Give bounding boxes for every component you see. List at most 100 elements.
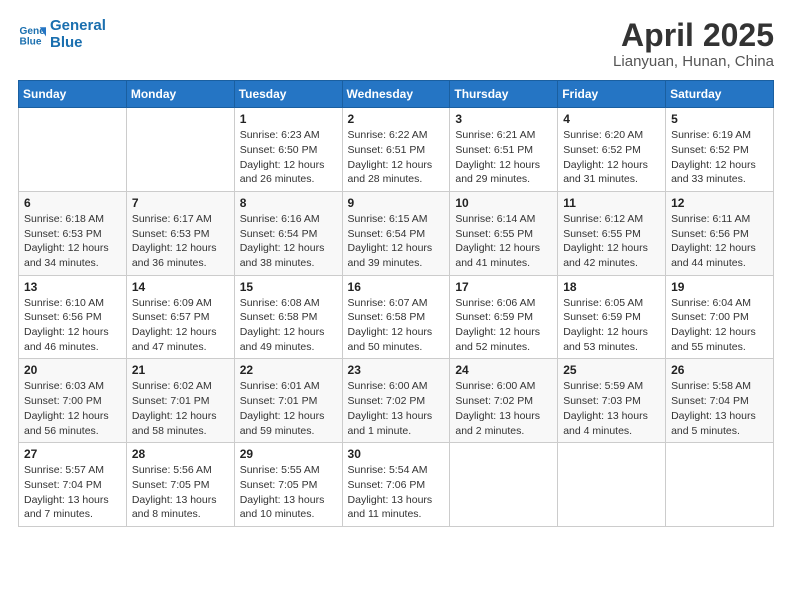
day-number: 8 (240, 196, 337, 210)
day-number: 7 (132, 196, 229, 210)
calendar-week-3: 13 Sunrise: 6:10 AM Sunset: 6:56 PM Dayli… (19, 275, 774, 359)
day-info: Sunrise: 6:14 AM Sunset: 6:55 PM Dayligh… (455, 212, 552, 271)
day-info: Sunrise: 6:10 AM Sunset: 6:56 PM Dayligh… (24, 296, 121, 355)
day-number: 30 (348, 447, 445, 461)
svg-text:Blue: Blue (20, 36, 42, 47)
calendar-week-2: 6Sunrise: 6:18 AM Sunset: 6:53 PM Daylig… (19, 191, 774, 275)
calendar-cell: 5 Sunrise: 6:19 AM Sunset: 6:52 PM Daylig… (666, 108, 774, 192)
calendar-body: 1Sunrise: 6:23 AM Sunset: 6:50 PM Daylig… (19, 108, 774, 527)
day-info: Sunrise: 6:07 AM Sunset: 6:58 PM Dayligh… (348, 296, 445, 355)
calendar-cell: 27 Sunrise: 5:57 AM Sunset: 7:04 PM Dayli… (19, 443, 127, 527)
calendar-week-5: 27 Sunrise: 5:57 AM Sunset: 7:04 PM Dayli… (19, 443, 774, 527)
day-number: 29 (240, 447, 337, 461)
logo-text: General Blue (50, 18, 106, 51)
day-number: 17 (455, 280, 552, 294)
header-day-friday: Friday (558, 81, 666, 108)
day-number: 27 (24, 447, 121, 461)
calendar-cell: 21Sunrise: 6:02 AM Sunset: 7:01 PM Dayli… (126, 359, 234, 443)
calendar-cell: 4 Sunrise: 6:20 AM Sunset: 6:52 PM Daylig… (558, 108, 666, 192)
day-number: 13 (24, 280, 121, 294)
day-info: Sunrise: 6:04 AM Sunset: 7:00 PM Dayligh… (671, 296, 768, 355)
calendar-cell (19, 108, 127, 192)
day-number: 3 (455, 112, 552, 126)
day-info: Sunrise: 6:00 AM Sunset: 7:02 PM Dayligh… (455, 379, 552, 438)
calendar-table: SundayMondayTuesdayWednesdayThursdayFrid… (18, 80, 774, 527)
day-info: Sunrise: 6:12 AM Sunset: 6:55 PM Dayligh… (563, 212, 660, 271)
calendar-cell: 20 Sunrise: 6:03 AM Sunset: 7:00 PM Dayli… (19, 359, 127, 443)
day-info: Sunrise: 6:20 AM Sunset: 6:52 PM Dayligh… (563, 128, 660, 187)
calendar-cell: 16Sunrise: 6:07 AM Sunset: 6:58 PM Dayli… (342, 275, 450, 359)
day-info: Sunrise: 5:57 AM Sunset: 7:04 PM Dayligh… (24, 463, 121, 522)
header-day-wednesday: Wednesday (342, 81, 450, 108)
day-number: 24 (455, 363, 552, 377)
calendar-cell: 14 Sunrise: 6:09 AM Sunset: 6:57 PM Dayli… (126, 275, 234, 359)
day-info: Sunrise: 6:22 AM Sunset: 6:51 PM Dayligh… (348, 128, 445, 187)
day-number: 25 (563, 363, 660, 377)
day-number: 19 (671, 280, 768, 294)
calendar-subtitle: Lianyuan, Hunan, China (613, 53, 774, 70)
logo-icon: General Blue (18, 21, 46, 49)
day-info: Sunrise: 6:21 AM Sunset: 6:51 PM Dayligh… (455, 128, 552, 187)
day-info: Sunrise: 5:55 AM Sunset: 7:05 PM Dayligh… (240, 463, 337, 522)
header-day-sunday: Sunday (19, 81, 127, 108)
calendar-cell: 1Sunrise: 6:23 AM Sunset: 6:50 PM Daylig… (234, 108, 342, 192)
calendar-cell (126, 108, 234, 192)
calendar-cell: 6Sunrise: 6:18 AM Sunset: 6:53 PM Daylig… (19, 191, 127, 275)
calendar-week-4: 20 Sunrise: 6:03 AM Sunset: 7:00 PM Dayli… (19, 359, 774, 443)
header-day-monday: Monday (126, 81, 234, 108)
day-number: 9 (348, 196, 445, 210)
calendar-cell (666, 443, 774, 527)
day-number: 22 (240, 363, 337, 377)
day-number: 10 (455, 196, 552, 210)
day-number: 5 (671, 112, 768, 126)
logo-line1: General (50, 17, 106, 34)
calendar-cell: 12 Sunrise: 6:11 AM Sunset: 6:56 PM Dayli… (666, 191, 774, 275)
day-number: 14 (132, 280, 229, 294)
header: General Blue General Blue April 2025 Lia… (18, 18, 774, 70)
day-number: 26 (671, 363, 768, 377)
day-number: 6 (24, 196, 121, 210)
header-day-thursday: Thursday (450, 81, 558, 108)
day-info: Sunrise: 6:06 AM Sunset: 6:59 PM Dayligh… (455, 296, 552, 355)
calendar-cell: 13 Sunrise: 6:10 AM Sunset: 6:56 PM Dayli… (19, 275, 127, 359)
header-day-tuesday: Tuesday (234, 81, 342, 108)
day-info: Sunrise: 6:11 AM Sunset: 6:56 PM Dayligh… (671, 212, 768, 271)
calendar-cell: 19 Sunrise: 6:04 AM Sunset: 7:00 PM Dayli… (666, 275, 774, 359)
calendar-cell: 30Sunrise: 5:54 AM Sunset: 7:06 PM Dayli… (342, 443, 450, 527)
calendar-cell: 3 Sunrise: 6:21 AM Sunset: 6:51 PM Daylig… (450, 108, 558, 192)
day-info: Sunrise: 5:59 AM Sunset: 7:03 PM Dayligh… (563, 379, 660, 438)
day-number: 28 (132, 447, 229, 461)
calendar-week-1: 1Sunrise: 6:23 AM Sunset: 6:50 PM Daylig… (19, 108, 774, 192)
calendar-cell: 9 Sunrise: 6:15 AM Sunset: 6:54 PM Daylig… (342, 191, 450, 275)
calendar-cell: 18Sunrise: 6:05 AM Sunset: 6:59 PM Dayli… (558, 275, 666, 359)
day-info: Sunrise: 5:56 AM Sunset: 7:05 PM Dayligh… (132, 463, 229, 522)
calendar-cell: 26 Sunrise: 5:58 AM Sunset: 7:04 PM Dayli… (666, 359, 774, 443)
day-info: Sunrise: 6:01 AM Sunset: 7:01 PM Dayligh… (240, 379, 337, 438)
day-number: 4 (563, 112, 660, 126)
calendar-cell: 7 Sunrise: 6:17 AM Sunset: 6:53 PM Daylig… (126, 191, 234, 275)
day-info: Sunrise: 6:03 AM Sunset: 7:00 PM Dayligh… (24, 379, 121, 438)
title-block: April 2025 Lianyuan, Hunan, China (613, 18, 774, 70)
day-info: Sunrise: 6:05 AM Sunset: 6:59 PM Dayligh… (563, 296, 660, 355)
day-info: Sunrise: 6:17 AM Sunset: 6:53 PM Dayligh… (132, 212, 229, 271)
day-info: Sunrise: 6:16 AM Sunset: 6:54 PM Dayligh… (240, 212, 337, 271)
logo-line2: Blue (50, 34, 83, 51)
day-info: Sunrise: 5:58 AM Sunset: 7:04 PM Dayligh… (671, 379, 768, 438)
calendar-cell: 23Sunrise: 6:00 AM Sunset: 7:02 PM Dayli… (342, 359, 450, 443)
calendar-header-row: SundayMondayTuesdayWednesdayThursdayFrid… (19, 81, 774, 108)
day-number: 21 (132, 363, 229, 377)
day-number: 2 (348, 112, 445, 126)
logo: General Blue General Blue (18, 18, 106, 51)
calendar-cell (558, 443, 666, 527)
calendar-cell: 25 Sunrise: 5:59 AM Sunset: 7:03 PM Dayli… (558, 359, 666, 443)
day-info: Sunrise: 6:09 AM Sunset: 6:57 PM Dayligh… (132, 296, 229, 355)
day-number: 15 (240, 280, 337, 294)
day-info: Sunrise: 6:15 AM Sunset: 6:54 PM Dayligh… (348, 212, 445, 271)
day-number: 20 (24, 363, 121, 377)
day-number: 12 (671, 196, 768, 210)
day-info: Sunrise: 6:00 AM Sunset: 7:02 PM Dayligh… (348, 379, 445, 438)
day-number: 11 (563, 196, 660, 210)
day-info: Sunrise: 6:19 AM Sunset: 6:52 PM Dayligh… (671, 128, 768, 187)
calendar-title: April 2025 (613, 18, 774, 53)
calendar-cell: 28 Sunrise: 5:56 AM Sunset: 7:05 PM Dayli… (126, 443, 234, 527)
